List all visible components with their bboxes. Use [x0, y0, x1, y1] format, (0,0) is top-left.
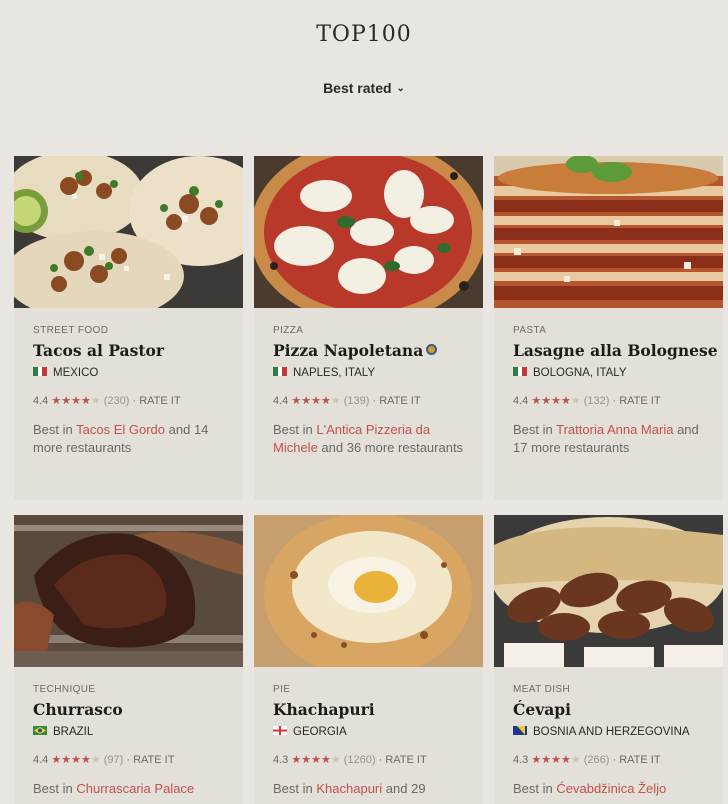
brazil-flag-icon — [33, 726, 47, 735]
dish-card[interactable]: STREET FOOD Tacos al Pastor MEXICO 4.4 ★… — [14, 156, 243, 500]
dish-category: MEAT DISH — [513, 684, 571, 695]
best-restaurant-link[interactable]: Ćevabdžinica Željo — [556, 781, 666, 796]
rating-score: 4.4 — [33, 395, 49, 407]
best-prefix: Best in — [273, 781, 313, 796]
dish-name[interactable]: Khachapuri — [273, 700, 464, 719]
dish-card[interactable]: TECHNIQUE Churrasco BRAZIL 4.4 ★★★★★ (97… — [14, 515, 243, 804]
dish-image-lasagne[interactable] — [494, 156, 723, 308]
dish-location[interactable]: GEORGIA — [273, 726, 464, 742]
bosnia-flag-icon — [513, 726, 527, 735]
best-in-text: Best in Ćevabdžinica Željo — [513, 780, 704, 798]
rating-row: 4.4 ★★★★★ (139) · RATE IT — [273, 395, 421, 407]
best-restaurant-link[interactable]: Khachapuri — [316, 781, 382, 796]
dish-name[interactable]: Ćevapi — [513, 700, 704, 719]
rate-it-link[interactable]: RATE IT — [379, 395, 420, 407]
dish-card[interactable]: MEAT DISH Ćevapi BOSNIA AND HERZEGOVINA … — [494, 515, 723, 804]
dish-card[interactable]: PIE Khachapuri GEORGIA 4.3 ★★★★★ (1260) … — [254, 515, 483, 804]
star-rating[interactable]: ★★★★★ — [531, 395, 580, 407]
best-suffix: and 29 — [385, 781, 426, 796]
location-label: BRAZIL — [53, 726, 94, 738]
rate-it-link[interactable]: RATE IT — [619, 754, 660, 766]
page-title: TOP100 — [316, 22, 412, 47]
rate-it-link[interactable]: RATE IT — [619, 395, 660, 407]
dish-location[interactable]: NAPLES, ITALY — [273, 367, 464, 383]
sort-dropdown[interactable]: Best rated ⌄ — [0, 80, 728, 96]
best-in-text: Best in L'Antica Pizzeria da Michele and… — [273, 421, 464, 456]
star-rating[interactable]: ★★★★★ — [291, 754, 340, 766]
rating-score: 4.4 — [273, 395, 289, 407]
location-label: GEORGIA — [293, 726, 347, 738]
star-rating[interactable]: ★★★★★ — [51, 395, 100, 407]
dish-location[interactable]: BRAZIL — [33, 726, 224, 742]
dish-name[interactable]: Churrasco — [33, 700, 224, 719]
star-rating[interactable]: ★★★★★ — [531, 754, 580, 766]
rate-it-link[interactable]: RATE IT — [133, 754, 174, 766]
dish-location[interactable]: BOLOGNA, ITALY — [513, 367, 704, 383]
dish-name[interactable]: Tacos al Pastor — [33, 341, 224, 360]
dish-card[interactable]: PASTA Lasagne alla Bolognese BOLOGNA, IT… — [494, 156, 723, 500]
best-prefix: Best in — [33, 781, 73, 796]
star-rating[interactable]: ★★★★★ — [291, 395, 340, 407]
dish-category: PASTA — [513, 325, 547, 336]
dish-image-khachapuri[interactable] — [254, 515, 483, 667]
rating-count: (97) — [103, 754, 124, 766]
italy-flag-icon — [513, 367, 527, 376]
dish-name[interactable]: Lasagne alla Bolognese — [513, 341, 718, 360]
best-restaurant-link[interactable]: Churrascaria Palace — [76, 781, 194, 796]
dish-image-cevapi[interactable] — [494, 515, 723, 667]
location-label: MEXICO — [53, 367, 99, 379]
georgia-flag-icon — [273, 726, 287, 735]
dish-image-tacos[interactable] — [14, 156, 243, 308]
sort-label: Best rated — [323, 80, 392, 96]
dish-category: STREET FOOD — [33, 325, 109, 336]
best-in-text: Best in Khachapuri and 29 — [273, 780, 464, 798]
italy-flag-icon — [273, 367, 287, 376]
dish-image-pizza[interactable] — [254, 156, 483, 308]
rating-row: 4.3 ★★★★★ (266) · RATE IT — [513, 754, 661, 766]
rating-count: (266) — [583, 754, 610, 766]
rating-count: (230) — [103, 395, 130, 407]
best-prefix: Best in — [273, 422, 313, 437]
dish-category: TECHNIQUE — [33, 684, 96, 695]
dish-name-text: Pizza Napoletana — [273, 341, 424, 360]
dish-location[interactable]: BOSNIA AND HERZEGOVINA — [513, 726, 704, 742]
rate-it-link[interactable]: RATE IT — [385, 754, 426, 766]
mexico-flag-icon — [33, 367, 47, 376]
rating-score: 4.3 — [513, 754, 529, 766]
rating-count: (139) — [343, 395, 370, 407]
rating-row: 4.4 ★★★★★ (97) · RATE IT — [33, 754, 175, 766]
rating-score: 4.4 — [33, 754, 49, 766]
location-label: BOLOGNA, ITALY — [533, 367, 627, 379]
best-prefix: Best in — [513, 422, 553, 437]
location-label: BOSNIA AND HERZEGOVINA — [533, 726, 690, 738]
best-prefix: Best in — [33, 422, 73, 437]
location-label: NAPLES, ITALY — [293, 367, 376, 379]
dish-card[interactable]: PIZZA Pizza Napoletana NAPLES, ITALY 4.4… — [254, 156, 483, 500]
best-prefix: Best in — [513, 781, 553, 796]
rate-it-link[interactable]: RATE IT — [139, 395, 180, 407]
chevron-down-icon: ⌄ — [396, 83, 405, 94]
rating-row: 4.3 ★★★★★ (1260) · RATE IT — [273, 754, 427, 766]
dish-location[interactable]: MEXICO — [33, 367, 224, 383]
star-rating[interactable]: ★★★★★ — [51, 754, 100, 766]
rating-count: (132) — [583, 395, 610, 407]
rating-score: 4.4 — [513, 395, 529, 407]
best-in-text: Best in Tacos El Gordo and 14 more resta… — [33, 421, 224, 456]
best-restaurant-link[interactable]: Tacos El Gordo — [76, 422, 165, 437]
rating-count: (1260) — [343, 754, 376, 766]
rating-row: 4.4 ★★★★★ (230) · RATE IT — [33, 395, 181, 407]
dish-grid: STREET FOOD Tacos al Pastor MEXICO 4.4 ★… — [14, 156, 723, 804]
dish-category: PIZZA — [273, 325, 304, 336]
dish-name[interactable]: Pizza Napoletana — [273, 341, 464, 360]
rating-score: 4.3 — [273, 754, 289, 766]
dish-category: PIE — [273, 684, 291, 695]
best-in-text: Best in Trattoria Anna Maria and 17 more… — [513, 421, 704, 456]
rating-row: 4.4 ★★★★★ (132) · RATE IT — [513, 395, 661, 407]
dish-image-churrasco[interactable] — [14, 515, 243, 667]
award-badge-icon — [426, 344, 438, 355]
best-suffix: and 36 more restaurants — [321, 439, 464, 455]
best-in-text: Best in Churrascaria Palace — [33, 780, 224, 798]
best-restaurant-link[interactable]: Trattoria Anna Maria — [556, 422, 673, 437]
